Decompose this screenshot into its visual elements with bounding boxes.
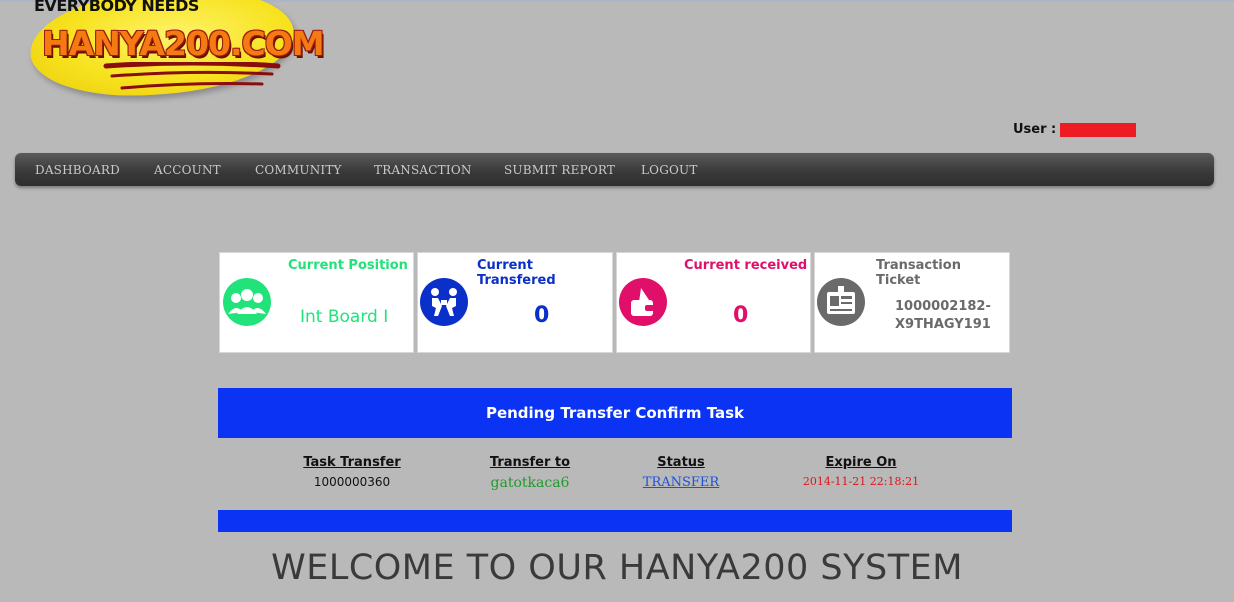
card-ticket-title: Transaction Ticket — [876, 258, 961, 288]
card-current-received: Current received 0 — [616, 252, 811, 353]
pending-panel-title: Pending Transfer Confirm Task — [218, 388, 1012, 438]
ticket-line-2: X9THAGY191 — [895, 317, 991, 332]
card-current-transfered: Current Transfered 0 — [417, 252, 613, 353]
card-transfered-title: Current Transfered — [477, 258, 556, 288]
task-transfer-value: 1000000360 — [313, 475, 391, 489]
user-label: User : — [1013, 122, 1057, 137]
welcome-heading: WELCOME TO OUR HANYA200 SYSTEM — [271, 548, 963, 588]
handover-icon — [420, 278, 468, 326]
nav-community[interactable]: COMMUNITY — [255, 163, 342, 177]
logo-brand: HANYA200.COM — [42, 24, 325, 63]
card-received-title: Current received — [684, 258, 808, 273]
card-current-position: Current Position Int Board I — [219, 252, 414, 353]
logo-swoosh-icon — [103, 62, 281, 90]
card-transfered-value: 0 — [534, 303, 550, 328]
ticket-line-1: 1000002182- — [895, 299, 991, 314]
card-received-value: 0 — [733, 303, 749, 328]
card-transaction-ticket: Transaction Ticket 1000002182- X9THAGY19… — [814, 252, 1010, 353]
pending-panel-footer — [218, 510, 1012, 532]
vip-ticket-icon — [817, 278, 865, 326]
card-position-title: Current Position — [288, 258, 408, 273]
nav-dashboard[interactable]: DASHBOARD — [35, 163, 120, 177]
header-status: Status — [657, 455, 705, 470]
logo-tagline: EVERYBODY NEEDS — [34, 0, 199, 15]
header-expire-on: Expire On — [825, 455, 897, 470]
wallet-icon — [619, 278, 667, 326]
main-nav: DASHBOARD ACCOUNT COMMUNITY TRANSACTION … — [15, 153, 1214, 186]
card-position-value: Int Board I — [300, 307, 389, 327]
site-logo[interactable]: EVERYBODY NEEDS HANYA200.COM — [22, 0, 325, 110]
nav-transaction[interactable]: TRANSACTION — [374, 163, 472, 177]
card-ticket-value: 1000002182- X9THAGY191 — [895, 298, 991, 334]
header-task-transfer: Task Transfer — [303, 455, 401, 470]
nav-account[interactable]: ACCOUNT — [154, 163, 221, 177]
nav-logout[interactable]: LOGOUT — [641, 163, 698, 177]
col-task-transfer: Task Transfer 1000000360 — [292, 455, 412, 489]
group-icon — [223, 278, 271, 326]
header-transfer-to: Transfer to — [489, 455, 571, 470]
transfer-link[interactable]: TRANSFER — [621, 475, 741, 490]
nav-submit-report[interactable]: SUBMIT REPORT — [504, 163, 615, 177]
transfer-to-value: gatotkaca6 — [490, 475, 570, 491]
col-transfer-to: Transfer to gatotkaca6 — [470, 455, 590, 491]
col-status: Status TRANSFER — [621, 455, 741, 490]
expire-on-value: 2014-11-21 22:18:21 — [802, 475, 920, 488]
col-expire-on: Expire On 2014-11-21 22:18:21 — [791, 455, 931, 488]
username-redacted — [1060, 123, 1136, 137]
